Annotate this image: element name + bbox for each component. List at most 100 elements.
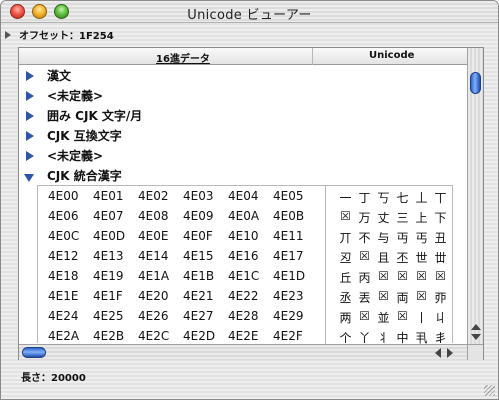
unicode-glyph-cell[interactable]: 丣 xyxy=(431,289,450,306)
disclosure-triangle-icon[interactable] xyxy=(26,131,34,141)
disclosure-triangle-icon[interactable] xyxy=(5,31,11,39)
unicode-glyph-cell[interactable]: 丄 xyxy=(412,189,431,206)
grid-row[interactable]: 4E24 4E25 4E26 4E27 4E28 4E29 两 ☒ 並 ☒ 丨丩 xyxy=(48,309,448,329)
hex-code-cell[interactable]: 4E03 xyxy=(183,189,228,203)
hex-code-cell[interactable]: 4E1D xyxy=(273,269,318,283)
unicode-glyph-cell[interactable]: 上 xyxy=(412,209,431,226)
hex-code-cell[interactable]: 4E0B xyxy=(273,209,318,223)
hex-code-cell[interactable]: 4E02 xyxy=(138,189,183,203)
unicode-glyph-cell[interactable]: 丅 xyxy=(431,189,450,206)
hex-code-cell[interactable]: 4E2E xyxy=(228,329,273,343)
unicode-glyph-cell[interactable]: 且 xyxy=(374,249,393,266)
hex-code-cell[interactable]: 4E08 xyxy=(138,209,183,223)
unicode-glyph-cell[interactable]: ☒ xyxy=(412,289,431,303)
disclosure-triangle-icon[interactable] xyxy=(26,111,34,121)
unicode-glyph-cell[interactable]: ☒ xyxy=(431,269,450,283)
unicode-glyph-cell[interactable]: 两 xyxy=(336,309,355,326)
hex-code-cell[interactable]: 4E12 xyxy=(48,249,93,263)
hex-code-cell[interactable]: 4E2D xyxy=(183,329,228,343)
hex-code-cell[interactable]: 4E00 xyxy=(48,189,93,203)
unicode-glyph-cell[interactable]: 丟 xyxy=(355,289,374,306)
unicode-glyph-cell[interactable]: 丩 xyxy=(431,309,450,326)
unicode-glyph-cell[interactable]: 並 xyxy=(374,309,393,326)
hex-code-cell[interactable]: 4E26 xyxy=(138,309,183,323)
tree-item[interactable]: CJK 互換文字 xyxy=(19,125,467,145)
hex-code-cell[interactable]: 4E16 xyxy=(228,249,273,263)
resize-grip-icon[interactable] xyxy=(484,385,495,396)
hex-code-cell[interactable]: 4E0C xyxy=(48,229,93,243)
unicode-glyph-cell[interactable]: ☒ xyxy=(374,269,393,283)
hex-code-cell[interactable]: 4E0F xyxy=(183,229,228,243)
hex-code-cell[interactable]: 4E28 xyxy=(228,309,273,323)
column-header-unicode[interactable]: Unicode xyxy=(369,50,414,61)
hex-code-cell[interactable]: 4E06 xyxy=(48,209,93,223)
hex-code-cell[interactable]: 4E05 xyxy=(273,189,318,203)
hex-code-cell[interactable]: 4E04 xyxy=(228,189,273,203)
unicode-glyph-cell[interactable]: 七 xyxy=(393,189,412,206)
grid-row[interactable]: 4E1E 4E1F 4E20 4E21 4E22 4E23 丞丟 ☒ 両 ☒ 丣 xyxy=(48,289,448,309)
unicode-glyph-cell[interactable]: ☒ xyxy=(393,269,412,283)
unicode-glyph-cell[interactable]: ☒ xyxy=(412,269,431,283)
unicode-glyph-cell[interactable]: 三 xyxy=(393,209,412,226)
unicode-glyph-cell[interactable]: 下 xyxy=(431,209,450,226)
unicode-glyph-cell[interactable]: ☒ xyxy=(355,309,374,323)
hex-code-cell[interactable]: 4E10 xyxy=(228,229,273,243)
hex-code-cell[interactable]: 4E25 xyxy=(93,309,138,323)
column-header-hex[interactable]: 16進データ xyxy=(156,50,210,65)
grid-row[interactable]: 4E06 4E07 4E08 4E09 4E0A 4E0B ☒ 万丈三上下 xyxy=(48,209,448,229)
tree-item[interactable]: 囲み CJK 文字/月 xyxy=(19,105,467,125)
unicode-glyph-cell[interactable]: 不 xyxy=(355,229,374,246)
unicode-glyph-cell[interactable]: 与 xyxy=(374,229,393,246)
hex-code-cell[interactable]: 4E23 xyxy=(273,289,318,303)
hex-code-cell[interactable]: 4E1B xyxy=(183,269,228,283)
tree-item[interactable]: <未定義> xyxy=(19,145,467,165)
unicode-glyph-cell[interactable]: 一 xyxy=(336,189,355,206)
unicode-glyph-cell[interactable]: 丗 xyxy=(431,249,450,266)
unicode-glyph-cell[interactable]: 丑 xyxy=(431,229,450,246)
hex-code-cell[interactable]: 4E0D xyxy=(93,229,138,243)
grid-row[interactable]: 4E00 4E01 4E02 4E03 4E04 4E05 一丁丂七丄丅 xyxy=(48,189,448,209)
unicode-glyph-cell[interactable]: 丙 xyxy=(355,269,374,286)
scroll-down-arrow-icon[interactable] xyxy=(471,334,481,340)
hex-code-cell[interactable]: 4E18 xyxy=(48,269,93,283)
hex-code-cell[interactable]: 4E13 xyxy=(93,249,138,263)
hex-code-cell[interactable]: 4E1A xyxy=(138,269,183,283)
unicode-glyph-cell[interactable]: ☒ xyxy=(374,289,393,303)
horizontal-scroll-thumb[interactable] xyxy=(22,347,46,358)
unicode-glyph-cell[interactable]: ☒ xyxy=(336,209,355,223)
hex-code-cell[interactable]: 4E0E xyxy=(138,229,183,243)
hex-code-cell[interactable]: 4E1C xyxy=(228,269,273,283)
hex-code-cell[interactable]: 4E21 xyxy=(183,289,228,303)
disclosure-triangle-icon[interactable] xyxy=(26,151,34,161)
unicode-glyph-cell[interactable]: 万 xyxy=(355,209,374,226)
hex-code-cell[interactable]: 4E20 xyxy=(138,289,183,303)
offset-row[interactable]: オフセット：1F254 xyxy=(5,27,114,42)
hex-code-cell[interactable]: 4E2A xyxy=(48,329,93,343)
tree-item[interactable]: <未定義> xyxy=(19,85,467,105)
unicode-glyph-cell[interactable]: 丐 xyxy=(412,229,431,246)
unicode-glyph-cell[interactable]: 丞 xyxy=(336,289,355,306)
hex-code-cell[interactable]: 4E11 xyxy=(273,229,318,243)
hex-code-cell[interactable]: 4E0A xyxy=(228,209,273,223)
horizontal-scrollbar[interactable] xyxy=(19,344,467,360)
unicode-glyph-cell[interactable]: 丁 xyxy=(355,189,374,206)
tree-item-expanded[interactable]: CJK 統合漢字 xyxy=(19,165,467,185)
grid-row[interactable]: 4E18 4E19 4E1A 4E1B 4E1C 4E1D 丘丙 ☒ ☒ ☒ ☒ xyxy=(48,269,448,289)
tree-item[interactable]: 漢文 xyxy=(19,65,467,85)
unicode-glyph-cell[interactable]: ☒ xyxy=(355,249,374,263)
disclosure-triangle-open-icon[interactable] xyxy=(24,174,34,182)
hex-code-cell[interactable]: 4E22 xyxy=(228,289,273,303)
unicode-glyph-cell[interactable]: 丨 xyxy=(412,309,431,326)
unicode-glyph-cell[interactable]: 丘 xyxy=(336,269,355,286)
unicode-glyph-cell[interactable]: 世 xyxy=(412,249,431,266)
hex-code-cell[interactable]: 4E09 xyxy=(183,209,228,223)
scroll-left-arrow-icon[interactable] xyxy=(435,348,441,358)
unicode-glyph-cell[interactable]: ☒ xyxy=(393,309,412,323)
hex-code-cell[interactable]: 4E2B xyxy=(93,329,138,343)
hex-code-cell[interactable]: 4E27 xyxy=(183,309,228,323)
hex-code-cell[interactable]: 4E1E xyxy=(48,289,93,303)
hex-code-cell[interactable]: 4E19 xyxy=(93,269,138,283)
hex-code-cell[interactable]: 4E2F xyxy=(273,329,318,343)
scroll-right-arrow-icon[interactable] xyxy=(447,348,453,358)
unicode-glyph-cell[interactable]: 丕 xyxy=(393,249,412,266)
